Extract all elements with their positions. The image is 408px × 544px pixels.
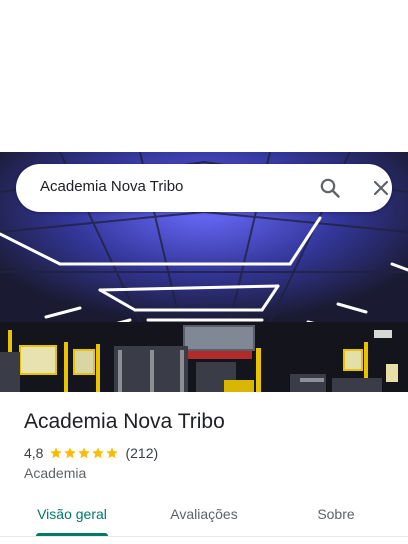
star-icon (78, 447, 91, 459)
search-input[interactable]: Academia Nova Tribo (40, 178, 183, 195)
tabs-divider (0, 536, 408, 537)
rating-row[interactable]: 4,8 (212) (24, 444, 158, 462)
place-title: Academia Nova Tribo (24, 410, 225, 433)
star-icon (50, 447, 63, 459)
review-count[interactable]: (212) (125, 445, 158, 461)
map-blank-area (0, 0, 408, 152)
rating-value: 4,8 (24, 445, 44, 461)
tab-reviews[interactable]: Avaliações (152, 492, 256, 536)
star-icon (106, 447, 119, 459)
place-category[interactable]: Academia (24, 465, 86, 481)
star-icon (92, 447, 105, 459)
place-tabs: Visão geral Avaliações Sobre (0, 492, 408, 537)
star-icon (64, 447, 77, 459)
tab-about[interactable]: Sobre (284, 492, 388, 536)
close-icon[interactable] (369, 176, 393, 200)
search-bar[interactable]: Academia Nova Tribo (16, 164, 392, 212)
tab-overview[interactable]: Visão geral (20, 492, 124, 536)
rating-stars (49, 446, 119, 460)
search-icon[interactable] (318, 176, 342, 200)
